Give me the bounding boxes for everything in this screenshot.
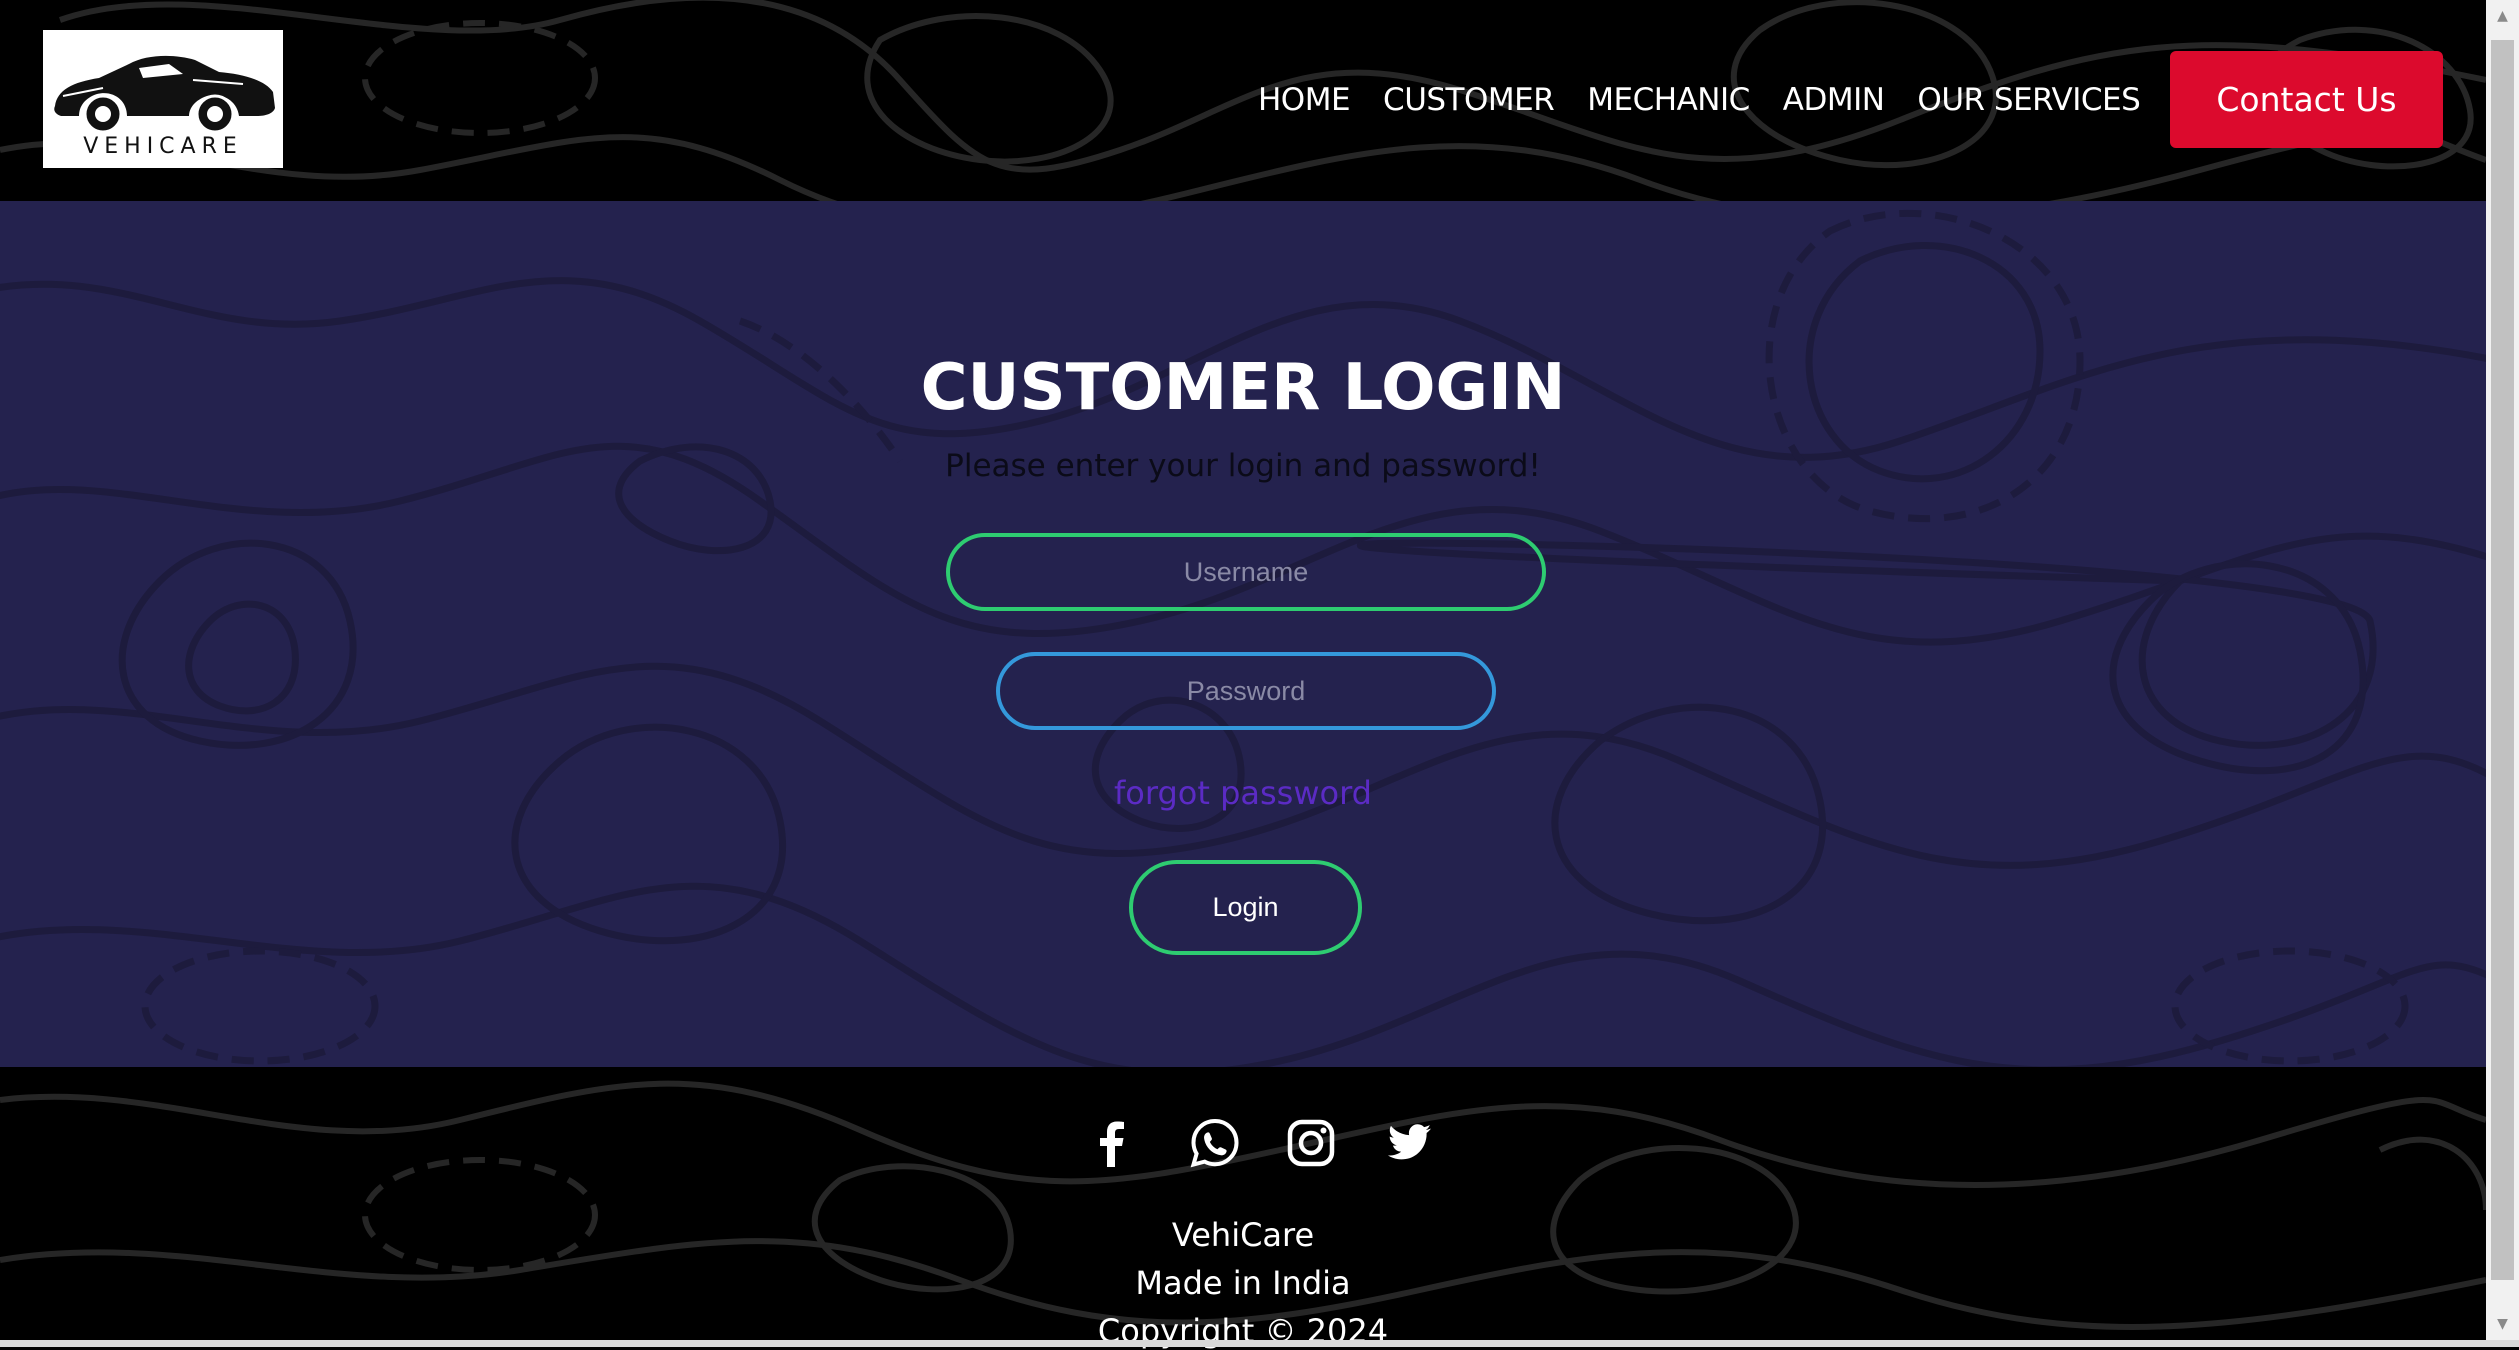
page-scrollbar[interactable]: ▲ ▼ (2486, 0, 2519, 1340)
car-logo-icon (54, 55, 275, 134)
nav-mechanic[interactable]: MECHANIC (1587, 82, 1750, 118)
window-bottom-edge (0, 1340, 2519, 1347)
footer-made-in: Made in India (1135, 1264, 1351, 1302)
logo[interactable]: VEHICARE (43, 30, 283, 168)
scroll-up-icon[interactable]: ▲ (2486, 0, 2519, 32)
instagram-icon[interactable] (1283, 1115, 1339, 1171)
forgot-password-link[interactable]: forgot password (0, 774, 2486, 812)
nav-home[interactable]: HOME (1258, 82, 1351, 118)
password-input[interactable] (996, 652, 1496, 730)
main-nav: HOME CUSTOMER MECHANIC ADMIN OUR SERVICE… (1258, 72, 2173, 128)
nav-customer[interactable]: CUSTOMER (1383, 82, 1555, 118)
scroll-down-icon[interactable]: ▼ (2486, 1308, 2519, 1340)
login-section: CUSTOMER LOGIN Please enter your login a… (0, 201, 2486, 1067)
logo-text: VEHICARE (83, 134, 243, 159)
page-title: CUSTOMER LOGIN (920, 351, 1566, 425)
scrollbar-thumb[interactable] (2491, 40, 2514, 1280)
whatsapp-icon[interactable] (1187, 1115, 1243, 1171)
nav-admin[interactable]: ADMIN (1783, 82, 1885, 118)
contact-us-button[interactable]: Contact Us (2170, 51, 2443, 148)
username-input[interactable] (946, 533, 1546, 611)
nav-our-services[interactable]: OUR SERVICES (1917, 82, 2140, 118)
login-subtitle: Please enter your login and password! (945, 448, 1541, 484)
site-footer: VehiCare Made in India Copyright © 2024 (0, 1067, 2486, 1350)
site-header: VEHICARE HOME CUSTOMER MECHANIC ADMIN OU… (0, 0, 2486, 201)
social-links (0, 1115, 2486, 1175)
login-button[interactable]: Login (1129, 860, 1362, 955)
footer-brand: VehiCare (1171, 1216, 1315, 1254)
twitter-icon[interactable] (1381, 1115, 1437, 1171)
facebook-icon[interactable] (1084, 1115, 1140, 1171)
